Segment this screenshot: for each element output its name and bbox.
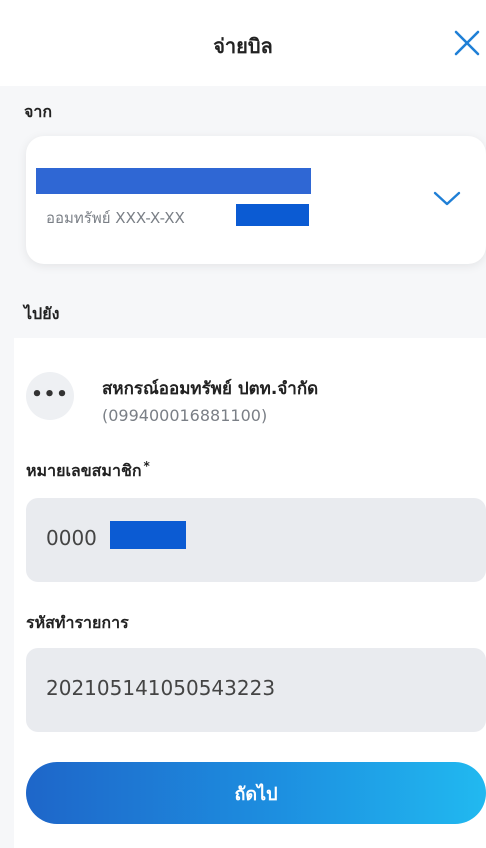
next-button[interactable]: ถัดไป [26, 762, 486, 824]
member-number-field[interactable]: 0000 [26, 498, 486, 582]
transaction-code-value: 202105141050543223 [46, 676, 276, 700]
member-number-redaction [110, 521, 186, 549]
member-number-value: 0000 [46, 526, 97, 550]
more-icon[interactable]: ••• [26, 372, 74, 420]
transaction-code-field[interactable]: 202105141050543223 [26, 648, 486, 732]
payee-id: (099400016881100) [102, 406, 268, 425]
account-number: ออมทรัพย์ XXX-X-XX [46, 209, 185, 227]
required-mark: * [143, 459, 150, 473]
from-account-selector[interactable]: ออมทรัพย์ XXX-X-XX [26, 136, 486, 264]
close-icon[interactable] [452, 28, 482, 58]
to-label: ไปยัง [24, 304, 60, 323]
member-number-label: หมายเลขสมาชิก * [26, 459, 150, 480]
transaction-code-label: รหัสทำรายการ [26, 613, 129, 632]
header-bar: จ่ายบิล [0, 0, 486, 86]
account-number-redaction [236, 204, 309, 226]
account-name-redaction [36, 168, 311, 194]
from-label: จาก [24, 102, 53, 121]
chevron-down-icon[interactable] [432, 188, 462, 208]
payee-name: สหกรณ์ออมทรัพย์ ปตท.จำกัด [102, 379, 319, 399]
page-title: จ่ายบิล [213, 34, 273, 58]
